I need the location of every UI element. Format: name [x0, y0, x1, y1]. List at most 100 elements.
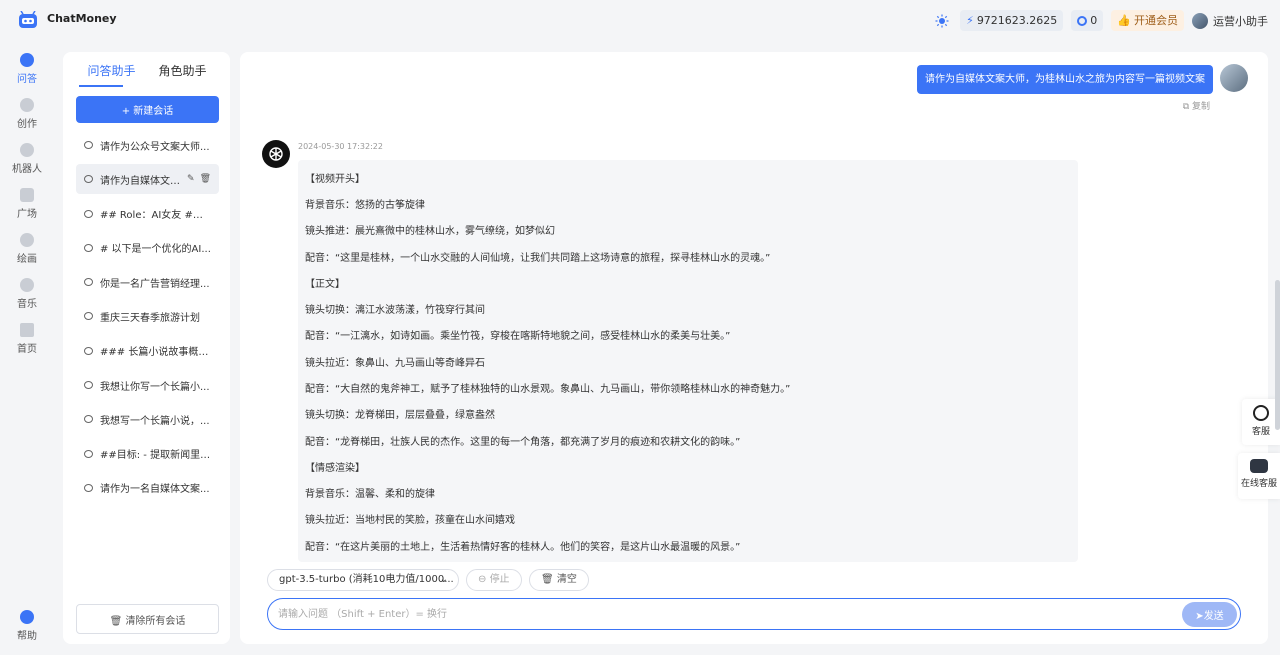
copy-label: 复制: [1191, 102, 1210, 112]
robot-icon: [1250, 459, 1268, 473]
answer-line: 配音：“这里是桂林，一个山水交融的人间仙境，让我们共同踏上这场诗意的旅程，探寻桂…: [305, 253, 771, 264]
headset-icon: [1253, 405, 1269, 421]
answer-line: 镜头拉近：当地村民的笑脸，孩童在山水间嬉戏: [305, 515, 515, 526]
send-label: 发送: [1203, 611, 1224, 622]
list-item[interactable]: 你是一名广告营销经理...: [76, 267, 219, 297]
clear-all-sessions-button[interactable]: 🗑 清除所有会话: [76, 604, 219, 634]
send-button[interactable]: ➤发送: [1182, 602, 1237, 627]
left-nav-rail: 问答 创作 机器人 广场 绘画 音乐 首页 帮助: [0, 40, 54, 655]
theme-toggle-sun-icon[interactable]: [932, 11, 952, 31]
list-item[interactable]: 我想写一个长篇小说，...: [76, 404, 219, 434]
answer-line: 背景音乐：悠扬的古筝旋律: [305, 200, 425, 211]
list-item[interactable]: ## Role：AI女友 ## Bac: [76, 199, 219, 229]
lightning-icon: ⚡: [966, 14, 974, 27]
chatmoney-logo-icon: [19, 11, 37, 28]
list-item[interactable]: ### 长篇小说故事概要...: [76, 336, 219, 366]
session-title: ##目标: - 提取新闻里的...: [100, 450, 211, 462]
list-item[interactable]: # 以下是一个优化的AI...: [76, 233, 219, 263]
music-icon: [20, 278, 34, 292]
brand-name: ChatMoney: [47, 12, 117, 25]
chat-bubble-icon: [84, 278, 93, 287]
help-icon: [20, 610, 34, 624]
chat-bubble-icon: [84, 483, 93, 492]
nav-item-label: 广场: [17, 209, 37, 220]
session-title: 我想让你写一个长篇小...: [100, 381, 210, 393]
trash-icon[interactable]: 🗑: [200, 174, 211, 184]
chat-bubble-icon: [84, 141, 93, 149]
tab-role-assistant[interactable]: 角色助手: [147, 62, 218, 88]
answer-line: 【情感渲染】: [305, 463, 365, 474]
nav-item-label: 首页: [17, 344, 37, 355]
thumbs-up-icon: 👍: [1117, 14, 1131, 27]
list-item[interactable]: ##目标: - 提取新闻里的...: [76, 439, 219, 469]
session-title: 重庆三天春季旅游计划: [100, 312, 200, 324]
list-item[interactable]: 请作为公众号文案大师...: [76, 130, 219, 160]
online-service-label: 在线客服: [1240, 479, 1277, 489]
nav-item-label: 音乐: [17, 299, 37, 310]
chat-bubble-icon: [84, 175, 93, 184]
count-value: 0: [1090, 14, 1098, 27]
nav-item-qa[interactable]: 问答: [0, 53, 54, 85]
nav-item-robot[interactable]: 机器人: [0, 143, 54, 175]
chat-input[interactable]: [278, 599, 1178, 629]
sessions-panel: 问答助手 角色助手 + 新建会话 请作为公众号文案大师... 请作为自媒体文案.…: [63, 52, 230, 644]
clear-button[interactable]: 🗑 清空: [529, 569, 589, 591]
trash-icon: 🗑: [541, 574, 557, 585]
grid-icon: [20, 188, 34, 202]
chat-panel: 请作为自媒体文案大师，为桂林山水之旅为内容写一篇视频文案 ⧉ 复制 2024-0…: [240, 52, 1268, 644]
stop-icon: ⊖: [478, 574, 490, 585]
copy-button[interactable]: ⧉ 复制: [1183, 99, 1210, 112]
qa-icon: [20, 53, 34, 67]
session-title: 请作为公众号文案大师...: [100, 141, 210, 153]
openai-avatar-icon: [262, 140, 290, 168]
answer-line: 镜头切换：龙脊梯田，层层叠叠，绿意盎然: [305, 410, 495, 421]
list-item[interactable]: 我想让你写一个长篇小...: [76, 370, 219, 400]
answer-line: 背景音乐：温馨、柔和的旋律: [305, 489, 435, 500]
model-select[interactable]: gpt-3.5-turbo (消耗10电力值/1000... ⌄: [267, 569, 459, 591]
list-item[interactable]: 请作为一名自媒体文案...: [76, 473, 219, 503]
answer-line: 配音：“在这片美丽的土地上，生活着热情好客的桂林人。他们的笑容，是这片山水最温暖…: [305, 542, 741, 553]
answer-line: 【视频开头】: [305, 174, 365, 185]
nav-item-label: 绘画: [17, 254, 37, 265]
vip-button[interactable]: 👍 开通会员: [1111, 10, 1184, 31]
stop-button[interactable]: ⊖ 停止: [466, 569, 522, 591]
send-icon: ➤: [1195, 611, 1204, 622]
nav-item-label: 问答: [17, 74, 37, 85]
answer-line: 镜头拉近：象鼻山、九马画山等奇峰异石: [305, 358, 485, 369]
vip-label: 开通会员: [1134, 14, 1178, 27]
answer-line: 配音：“一江漓水，如诗如画。乘坐竹筏，穿梭在喀斯特地貌之间，感受桂林山水的柔美与…: [305, 331, 731, 342]
edit-icon[interactable]: ✎: [187, 174, 195, 184]
user-message: 请作为自媒体文案大师，为桂林山水之旅为内容写一篇视频文案: [917, 65, 1213, 94]
chat-bubble-icon: [84, 346, 93, 355]
avatar: [1220, 64, 1248, 92]
session-title: # 以下是一个优化的AI...: [100, 244, 211, 256]
nav-item-draw[interactable]: 绘画: [0, 233, 54, 265]
nav-item-music[interactable]: 音乐: [0, 278, 54, 310]
chat-bubble-icon: [84, 449, 93, 458]
power-balance-chip[interactable]: ⚡ 9721623.2625: [960, 10, 1064, 31]
nav-item-square[interactable]: 广场: [0, 188, 54, 220]
nav-item-label: 帮助: [17, 631, 37, 642]
coin-icon: [1077, 15, 1088, 26]
nav-item-home[interactable]: 首页: [0, 323, 54, 355]
count-chip[interactable]: 0: [1071, 10, 1104, 31]
service-label: 客服: [1251, 427, 1270, 437]
online-service-float-button[interactable]: 在线客服: [1238, 453, 1280, 499]
trash-icon: 🗑: [109, 615, 126, 627]
message-timestamp: 2024-05-30 17:32:22: [298, 142, 383, 151]
robot-icon: [20, 143, 34, 157]
list-item[interactable]: 请作为自媒体文案... ✎ 🗑: [76, 164, 219, 195]
list-item[interactable]: 重庆三天春季旅游计划: [76, 301, 219, 331]
nav-item-create[interactable]: 创作: [0, 98, 54, 130]
nav-item-label: 创作: [17, 119, 37, 130]
new-session-button[interactable]: + 新建会话: [76, 96, 219, 123]
active-tab-indicator: [79, 85, 123, 87]
pen-icon: [20, 98, 34, 112]
nav-item-help[interactable]: 帮助: [0, 610, 54, 642]
answer-line: 镜头推进：晨光熹微中的桂林山水，雾气缭绕，如梦似幻: [305, 226, 555, 237]
top-right-toolbar: ⚡ 9721623.2625 0 👍 开通会员 运营小助手: [932, 10, 1268, 31]
chat-bubble-icon: [84, 381, 93, 390]
session-list: 请作为公众号文案大师... 请作为自媒体文案... ✎ 🗑 ## Role：AI女友…: [76, 130, 219, 507]
user-menu[interactable]: 运营小助手: [1192, 12, 1268, 29]
scrollbar[interactable]: [1275, 280, 1280, 430]
